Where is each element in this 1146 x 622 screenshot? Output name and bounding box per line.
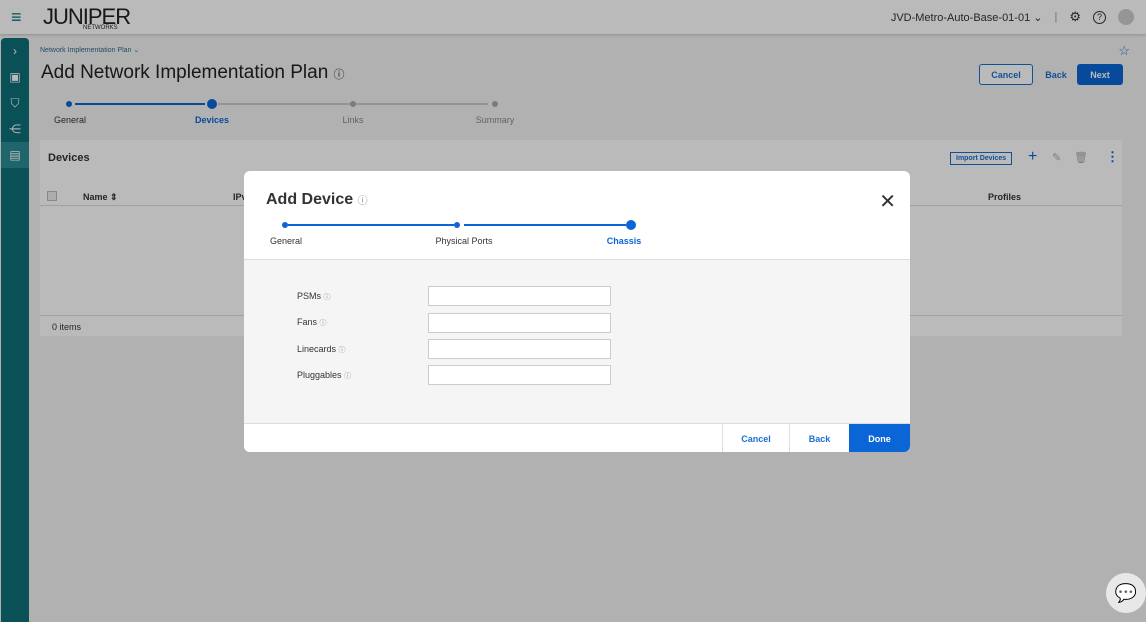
pluggables-input[interactable] xyxy=(428,365,611,385)
modal-title-text: Add Device xyxy=(266,191,354,208)
fans-label: Fans ⓘ xyxy=(297,317,327,328)
help-icon[interactable]: ⓘ xyxy=(339,347,346,354)
modal-step-chassis[interactable]: Chassis xyxy=(607,236,642,246)
modal-step-general[interactable]: General xyxy=(270,236,302,246)
modal-step-physical-ports[interactable]: Physical Ports xyxy=(435,236,492,246)
field-label: Linecards xyxy=(297,344,337,354)
linecards-label: Linecards ⓘ xyxy=(297,344,346,355)
modal-back-button[interactable]: Back xyxy=(789,424,849,452)
help-icon[interactable]: ⓘ xyxy=(358,196,368,207)
help-icon[interactable]: ⓘ xyxy=(320,320,327,327)
help-icon[interactable]: ⓘ xyxy=(344,373,351,380)
field-label: PSMs xyxy=(297,291,322,301)
close-icon[interactable]: ✕ xyxy=(879,189,896,214)
modal-cancel-button[interactable]: Cancel xyxy=(722,424,789,452)
linecards-input[interactable] xyxy=(428,339,611,359)
psms-input[interactable] xyxy=(428,286,611,306)
done-button[interactable]: Done xyxy=(849,424,910,452)
field-label: Fans xyxy=(297,317,318,327)
chat-icon[interactable]: 💬 xyxy=(1106,573,1146,613)
fans-input[interactable] xyxy=(428,313,611,333)
help-icon[interactable]: ⓘ xyxy=(324,294,331,301)
add-device-modal: Add Device ⓘ ✕ General Physical Ports Ch… xyxy=(244,171,910,452)
modal-title: Add Device ⓘ xyxy=(266,191,368,209)
psms-label: PSMs ⓘ xyxy=(297,291,331,302)
field-label: Pluggables xyxy=(297,370,342,380)
pluggables-label: Pluggables ⓘ xyxy=(297,370,351,381)
